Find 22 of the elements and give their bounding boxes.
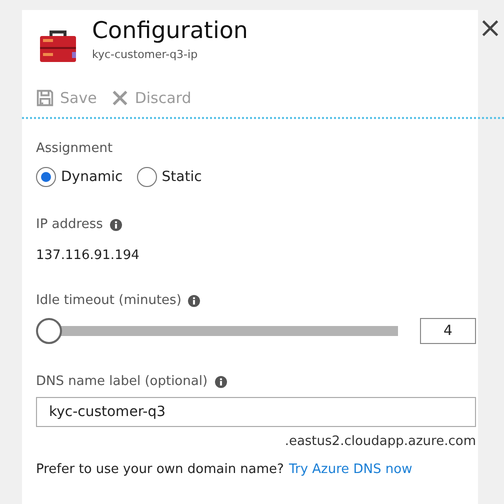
radio-option[interactable]: Static <box>136 167 202 187</box>
close-button[interactable]: × <box>478 14 502 42</box>
panel-title: Configuration <box>92 18 248 44</box>
field-label: Idle timeout (minutes) <box>36 293 182 308</box>
panel-subtitle: kyc-customer-q3-ip <box>92 48 199 61</box>
field-label: Assignment <box>36 141 113 156</box>
toolbox-icon <box>38 28 78 64</box>
save-icon <box>36 89 54 107</box>
slider-thumb[interactable] <box>36 318 62 344</box>
field-label: IP address <box>36 217 103 232</box>
info-icon[interactable] <box>214 376 227 388</box>
field-label: DNS name label (optional) <box>36 374 208 389</box>
radio-option[interactable]: Dynamic <box>36 167 123 187</box>
ip-address-value: 137.116.91.194 <box>36 248 140 263</box>
info-icon[interactable] <box>110 218 122 230</box>
domain-suffix: .eastus2.cloudapp.azure.com <box>284 434 476 449</box>
azure-dns-link[interactable]: Try Azure DNS now <box>288 462 412 477</box>
close-x-icon <box>110 89 129 107</box>
timeout-field[interactable]: 4 <box>420 318 476 344</box>
dns-name-field[interactable]: kyc-customer-q3 <box>36 397 476 427</box>
info-icon[interactable] <box>188 294 200 306</box>
prompt-text: Prefer to use your own domain name? <box>36 462 284 477</box>
